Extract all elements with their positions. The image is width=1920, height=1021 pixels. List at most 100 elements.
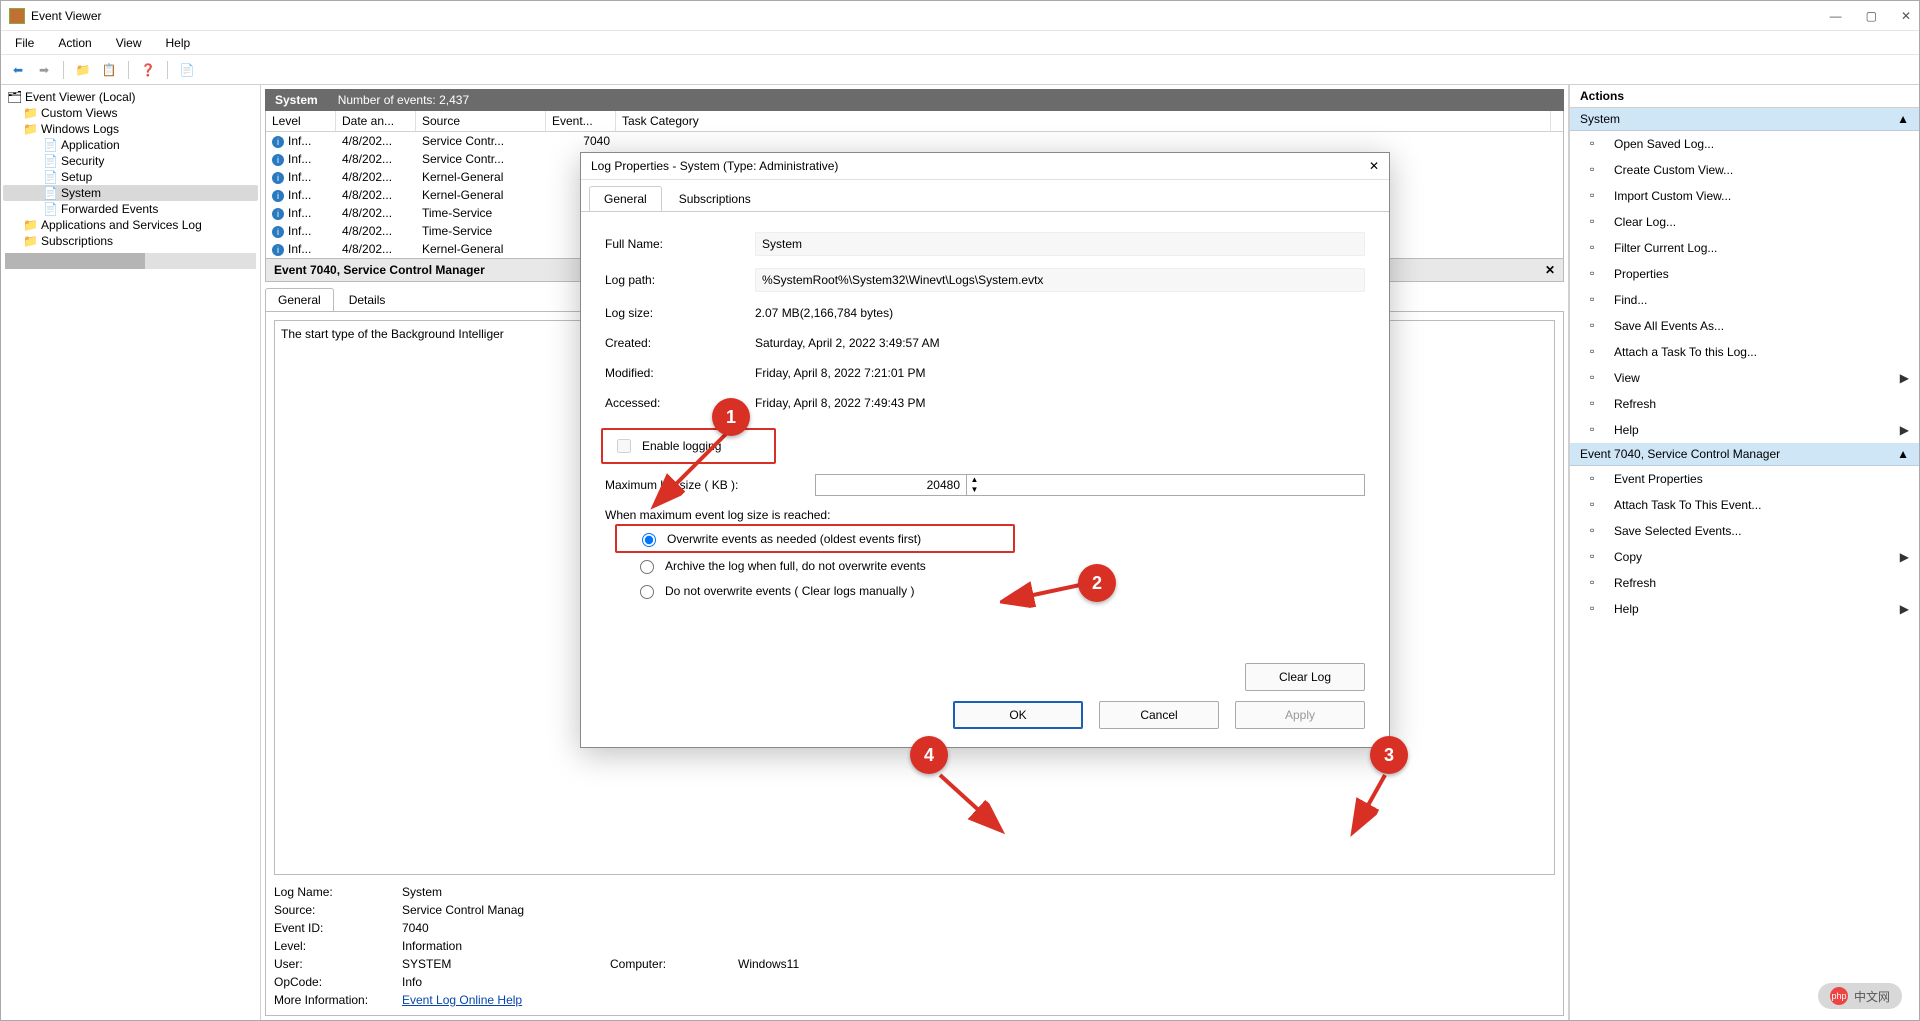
- action-icon: ▫: [1590, 136, 1606, 152]
- php-icon: php: [1830, 987, 1848, 1005]
- action-help[interactable]: ▫Help▶: [1570, 596, 1919, 622]
- annotation-badge-3: 3: [1370, 736, 1408, 774]
- properties-icon[interactable]: 📄: [176, 59, 198, 81]
- action-save-selected-events-[interactable]: ▫Save Selected Events...: [1570, 518, 1919, 544]
- cancel-button[interactable]: Cancel: [1099, 701, 1219, 729]
- annotation-badge-1: 1: [712, 398, 750, 436]
- grid-header[interactable]: Level Date an... Source Event... Task Ca…: [266, 111, 1563, 132]
- info-icon: i: [272, 226, 284, 238]
- event-meta: Log Name:System Source:Service Control M…: [274, 885, 1555, 1007]
- tree-node-security[interactable]: 📄Security: [3, 153, 258, 169]
- forward-icon[interactable]: ➡: [33, 59, 55, 81]
- action-import-custom-view-[interactable]: ▫Import Custom View...: [1570, 183, 1919, 209]
- menu-bar: File Action View Help: [1, 31, 1919, 55]
- info-icon: i: [272, 136, 284, 148]
- action-icon: ▫: [1590, 344, 1606, 360]
- submenu-arrow-icon: ▶: [1900, 423, 1909, 437]
- action-event-properties[interactable]: ▫Event Properties: [1570, 466, 1919, 492]
- tree-node-system[interactable]: 📄System: [3, 185, 258, 201]
- menu-help[interactable]: Help: [158, 34, 199, 52]
- action-icon: ▫: [1590, 214, 1606, 230]
- tree-node-windows-logs[interactable]: 📁Windows Logs: [3, 121, 258, 137]
- minimize-button[interactable]: —: [1830, 9, 1842, 23]
- log-icon: 📁: [23, 122, 37, 136]
- submenu-arrow-icon: ▶: [1900, 602, 1909, 616]
- back-icon[interactable]: ⬅: [7, 59, 29, 81]
- tree-node-custom-views[interactable]: 📁Custom Views: [3, 105, 258, 121]
- info-icon: i: [272, 244, 284, 256]
- enable-logging-checkbox[interactable]: [617, 439, 631, 453]
- action-icon: ▫: [1590, 523, 1606, 539]
- collapse-icon[interactable]: ▲: [1897, 112, 1909, 126]
- spin-up-icon[interactable]: ▲: [967, 475, 982, 485]
- ok-button[interactable]: OK: [953, 701, 1083, 729]
- menu-view[interactable]: View: [108, 34, 150, 52]
- submenu-arrow-icon: ▶: [1900, 371, 1909, 385]
- menu-action[interactable]: Action: [50, 34, 99, 52]
- filter-icon[interactable]: 📋: [98, 59, 120, 81]
- toolbar: ⬅ ➡ 📁 📋 ❓ 📄: [1, 55, 1919, 85]
- event-log-help-link[interactable]: Event Log Online Help: [402, 993, 522, 1007]
- info-icon: i: [272, 190, 284, 202]
- spin-down-icon[interactable]: ▼: [967, 485, 982, 495]
- action-attach-task-to-this-event-[interactable]: ▫Attach Task To This Event...: [1570, 492, 1919, 518]
- nav-scrollbar[interactable]: [5, 253, 256, 269]
- scrollbar-head: [1551, 111, 1564, 131]
- tree-node-setup[interactable]: 📄Setup: [3, 169, 258, 185]
- app-icon: [9, 8, 25, 24]
- action-attach-a-task-to-this-log-[interactable]: ▫Attach a Task To this Log...: [1570, 339, 1919, 365]
- actions-section-system[interactable]: System▲: [1570, 108, 1919, 131]
- action-find-[interactable]: ▫Find...: [1570, 287, 1919, 313]
- action-refresh[interactable]: ▫Refresh: [1570, 570, 1919, 596]
- info-icon: i: [272, 172, 284, 184]
- radio-no-overwrite[interactable]: [640, 585, 654, 599]
- fullname-field: System: [755, 232, 1365, 256]
- action-save-all-events-as-[interactable]: ▫Save All Events As...: [1570, 313, 1919, 339]
- tree-node-subscriptions[interactable]: 📁Subscriptions: [3, 233, 258, 249]
- action-filter-current-log-[interactable]: ▫Filter Current Log...: [1570, 235, 1919, 261]
- collapse-icon[interactable]: ▲: [1897, 447, 1909, 461]
- clear-log-button[interactable]: Clear Log: [1245, 663, 1365, 691]
- logpath-field[interactable]: %SystemRoot%\System32\Winevt\Logs\System…: [755, 268, 1365, 292]
- tree-node-application[interactable]: 📄Application: [3, 137, 258, 153]
- dlg-tab-subscriptions[interactable]: Subscriptions: [664, 186, 766, 211]
- log-icon: 📄: [43, 154, 57, 168]
- radio-overwrite[interactable]: [642, 533, 656, 547]
- apply-button[interactable]: Apply: [1235, 701, 1365, 729]
- table-row[interactable]: iInf...4/8/202...Service Contr...7040: [266, 132, 1563, 150]
- navigation-tree[interactable]: 🗂 Event Viewer (Local) 📁Custom Views📁Win…: [1, 85, 261, 1020]
- close-button[interactable]: ✕: [1901, 9, 1911, 23]
- log-icon: 📄: [43, 170, 57, 184]
- help-icon[interactable]: ❓: [137, 59, 159, 81]
- annotation-arrow-3: [1345, 770, 1405, 840]
- maximize-button[interactable]: ▢: [1866, 9, 1877, 23]
- dialog-close-icon[interactable]: ✕: [1369, 159, 1379, 173]
- action-help[interactable]: ▫Help▶: [1570, 417, 1919, 443]
- action-refresh[interactable]: ▫Refresh: [1570, 391, 1919, 417]
- menu-file[interactable]: File: [7, 34, 42, 52]
- close-detail-icon[interactable]: ✕: [1545, 263, 1555, 277]
- action-create-custom-view-[interactable]: ▫Create Custom View...: [1570, 157, 1919, 183]
- actions-section-event[interactable]: Event 7040, Service Control Manager▲: [1570, 443, 1919, 466]
- action-clear-log-[interactable]: ▫Clear Log...: [1570, 209, 1919, 235]
- actions-title: Actions: [1570, 85, 1919, 108]
- tree-node-applications-and-services-log[interactable]: 📁Applications and Services Log: [3, 217, 258, 233]
- tab-details[interactable]: Details: [336, 288, 399, 311]
- tree-root[interactable]: 🗂 Event Viewer (Local): [3, 89, 258, 105]
- window-controls: — ▢ ✕: [1830, 9, 1911, 23]
- action-open-saved-log-[interactable]: ▫Open Saved Log...: [1570, 131, 1919, 157]
- action-icon: ▫: [1590, 549, 1606, 565]
- radio-archive[interactable]: [640, 560, 654, 574]
- action-icon: ▫: [1590, 471, 1606, 487]
- tab-general[interactable]: General: [265, 288, 334, 311]
- log-icon: 📄: [43, 138, 57, 152]
- action-view[interactable]: ▫View▶: [1570, 365, 1919, 391]
- action-icon: ▫: [1590, 162, 1606, 178]
- tree-node-forwarded-events[interactable]: 📄Forwarded Events: [3, 201, 258, 217]
- action-icon: ▫: [1590, 396, 1606, 412]
- max-log-size-input[interactable]: ▲▼: [815, 474, 1365, 496]
- dlg-tab-general[interactable]: General: [589, 186, 662, 211]
- folder-icon[interactable]: 📁: [72, 59, 94, 81]
- action-copy[interactable]: ▫Copy▶: [1570, 544, 1919, 570]
- action-properties[interactable]: ▫Properties: [1570, 261, 1919, 287]
